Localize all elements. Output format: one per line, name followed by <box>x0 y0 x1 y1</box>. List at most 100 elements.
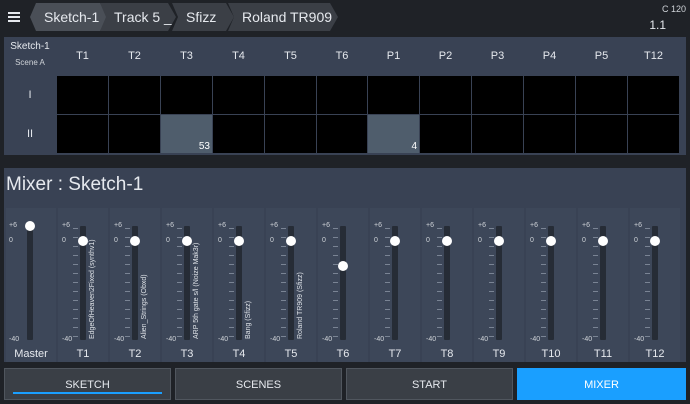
tab-sketch[interactable]: SKETCH <box>4 368 171 400</box>
channel-name[interactable]: T11 <box>578 348 628 360</box>
channel-strip: +6 0 -40 T12 <box>630 208 682 362</box>
channel-name[interactable]: T12 <box>630 348 680 360</box>
channel-name[interactable]: T10 <box>526 348 576 360</box>
channel-instrument-label: ARP 5th gate s/l (Noize Mak3r) <box>193 242 200 339</box>
fader-scale-label: -40 <box>530 336 541 343</box>
fader-scale-label: -40 <box>426 336 437 343</box>
column-header[interactable]: T2 <box>109 37 160 75</box>
fader-handle[interactable] <box>650 236 660 246</box>
tab-scenes-label: SCENES <box>235 379 282 391</box>
fader-scale-ticks <box>489 228 494 340</box>
clip-cell[interactable] <box>576 115 627 153</box>
channel-name[interactable]: Master <box>6 348 56 360</box>
fader-track[interactable] <box>27 226 33 340</box>
tab-mixer[interactable]: MIXER <box>517 368 686 400</box>
fader-scale-ticks <box>437 228 442 340</box>
fader-handle[interactable] <box>182 236 192 246</box>
fader-scale-ticks <box>385 228 390 340</box>
clip-cell[interactable] <box>368 76 419 114</box>
fader-scale-ticks <box>593 228 598 340</box>
clip-cell[interactable] <box>472 115 523 153</box>
channel-name[interactable]: T4 <box>214 348 264 360</box>
fader-handle[interactable] <box>78 236 88 246</box>
fader-scale-label: 0 <box>218 237 222 244</box>
fader-handle[interactable] <box>25 221 35 231</box>
clip-cell[interactable]: 4 <box>368 115 419 153</box>
column-header[interactable]: P5 <box>576 37 627 75</box>
clip-cell[interactable] <box>265 115 316 153</box>
channel-name[interactable]: T7 <box>370 348 420 360</box>
clip-cell[interactable] <box>628 115 679 153</box>
hamburger-menu-icon[interactable] <box>4 8 24 26</box>
grid-sketch-title: Sketch-1 <box>10 41 50 52</box>
column-header[interactable]: T12 <box>628 37 679 75</box>
channel-strip: +6 0 -40 EdgeOfHeaven2Fixed (synthv1) T1 <box>58 208 110 362</box>
fader-scale-label: 0 <box>9 237 13 244</box>
tab-start[interactable]: START <box>346 368 513 400</box>
clip-cell[interactable]: 53 <box>161 115 212 153</box>
fader-handle[interactable] <box>234 236 244 246</box>
clip-cell[interactable] <box>420 76 471 114</box>
clip-cell[interactable] <box>213 76 264 114</box>
fader-scale-label: +6 <box>322 222 330 229</box>
column-header[interactable]: T3 <box>161 37 212 75</box>
channel-instrument-label: Roland TR909 (Sfizz) <box>297 272 304 339</box>
row-label-1: I <box>28 89 32 101</box>
fader-scale-label: 0 <box>582 237 586 244</box>
channel-name[interactable]: T2 <box>110 348 160 360</box>
channel-name[interactable]: T9 <box>474 348 524 360</box>
fader-handle[interactable] <box>442 236 452 246</box>
fader-handle[interactable] <box>286 236 296 246</box>
column-header[interactable]: P4 <box>524 37 575 75</box>
clip-cell[interactable] <box>109 76 160 114</box>
channel-name[interactable]: T8 <box>422 348 472 360</box>
tab-selected-indicator <box>13 392 162 394</box>
channel-strip: +6 0 -40 T11 <box>578 208 630 362</box>
fader-track[interactable] <box>340 226 346 340</box>
fader-handle[interactable] <box>494 236 504 246</box>
column-header[interactable]: T4 <box>213 37 264 75</box>
clip-cell[interactable] <box>161 76 212 114</box>
clip-cell[interactable] <box>576 76 627 114</box>
channel-name[interactable]: T3 <box>162 348 212 360</box>
fader-scale-label: +6 <box>270 222 278 229</box>
column-header[interactable]: P2 <box>420 37 471 75</box>
channel-strip: +6 0 -40 Alien_Strings (Obxd) T2 <box>110 208 162 362</box>
tab-scenes[interactable]: SCENES <box>175 368 342 400</box>
clip-cell[interactable] <box>524 115 575 153</box>
column-header[interactable]: T1 <box>57 37 108 75</box>
breadcrumb-preset[interactable]: Roland TR909 <box>228 3 338 31</box>
clip-cell[interactable] <box>265 76 316 114</box>
channel-instrument-label: Alien_Strings (Obxd) <box>141 274 148 339</box>
breadcrumb-sketch[interactable]: Sketch-1 <box>30 3 108 31</box>
clip-cell[interactable] <box>317 115 367 153</box>
column-header[interactable]: P3 <box>472 37 523 75</box>
fader-handle[interactable] <box>546 236 556 246</box>
fader-handle[interactable] <box>390 236 400 246</box>
column-header[interactable]: T6 <box>317 37 367 75</box>
clip-cell[interactable] <box>420 115 471 153</box>
channel-name[interactable]: T1 <box>58 348 108 360</box>
fader-scale-label: 0 <box>62 237 66 244</box>
clip-cell[interactable] <box>109 115 160 153</box>
breadcrumb-track[interactable]: Track 5 _ <box>100 3 176 31</box>
breadcrumb-plugin[interactable]: Sfizz <box>172 3 234 31</box>
column-header[interactable]: P1 <box>368 37 419 75</box>
fader-scale-label: -40 <box>582 336 593 343</box>
clip-cell[interactable] <box>213 115 264 153</box>
clip-cell[interactable] <box>628 76 679 114</box>
clip-cell[interactable] <box>57 76 108 114</box>
fader-handle[interactable] <box>598 236 608 246</box>
clip-cell[interactable] <box>472 76 523 114</box>
clip-cell[interactable] <box>317 76 367 114</box>
fader-scale-label: +6 <box>9 222 17 229</box>
fader-scale-ticks <box>541 228 546 340</box>
clip-cell[interactable] <box>524 76 575 114</box>
clip-cell[interactable] <box>57 115 108 153</box>
fader-scale-label: 0 <box>374 237 378 244</box>
fader-handle[interactable] <box>130 236 140 246</box>
channel-name[interactable]: T5 <box>266 348 316 360</box>
fader-handle[interactable] <box>338 261 348 271</box>
channel-name[interactable]: T6 <box>318 348 368 360</box>
column-header[interactable]: T5 <box>265 37 316 75</box>
